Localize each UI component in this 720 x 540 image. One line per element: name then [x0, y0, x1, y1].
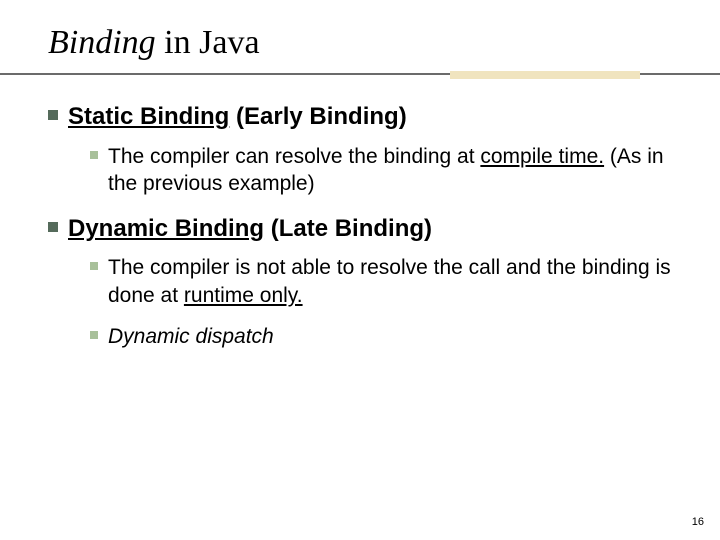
list-item: The compiler can resolve the binding at …: [90, 143, 680, 198]
square-bullet-icon: [48, 222, 58, 232]
square-bullet-icon: [90, 262, 98, 270]
title-rest: in Java: [156, 24, 260, 61]
sub-list: The compiler is not able to resolve the …: [48, 254, 680, 350]
square-bullet-icon: [90, 151, 98, 159]
item-text: The compiler is not able to resolve the …: [108, 254, 680, 309]
item-pre: The compiler can resolve the binding at: [108, 145, 480, 168]
section-dynamic: Dynamic Binding (Late Binding) The compi…: [48, 213, 680, 350]
square-bullet-icon: [90, 331, 98, 339]
item-pre: Dynamic dispatch: [108, 325, 274, 348]
sub-list: The compiler can resolve the binding at …: [48, 143, 680, 198]
slide: Binding in Java Static Binding (Early Bi…: [0, 0, 720, 540]
item-text: Dynamic dispatch: [108, 323, 274, 350]
item-underlined: compile time.: [480, 145, 604, 168]
heading-rest: (Early Binding): [229, 103, 406, 130]
title-area: Binding in Java: [48, 24, 680, 67]
list-item: Dynamic dispatch: [90, 323, 680, 350]
item-text: The compiler can resolve the binding at …: [108, 143, 680, 198]
item-underlined: runtime only.: [184, 284, 303, 307]
bullet-list: Static Binding (Early Binding) The compi…: [48, 101, 680, 350]
section-heading: Static Binding (Early Binding): [68, 101, 407, 132]
slide-title: Binding in Java: [48, 24, 680, 61]
page-number: 16: [692, 516, 704, 528]
list-item: The compiler is not able to resolve the …: [90, 254, 680, 309]
heading-underlined: Static Binding: [68, 103, 229, 130]
title-accent-bar: [450, 71, 640, 79]
title-italic: Binding: [48, 24, 156, 61]
heading-underlined: Dynamic Binding: [68, 215, 264, 242]
slide-body: Static Binding (Early Binding) The compi…: [48, 101, 680, 350]
square-bullet-icon: [48, 110, 58, 120]
heading-rest: (Late Binding): [264, 215, 432, 242]
section-static: Static Binding (Early Binding) The compi…: [48, 101, 680, 197]
section-heading: Dynamic Binding (Late Binding): [68, 213, 432, 244]
